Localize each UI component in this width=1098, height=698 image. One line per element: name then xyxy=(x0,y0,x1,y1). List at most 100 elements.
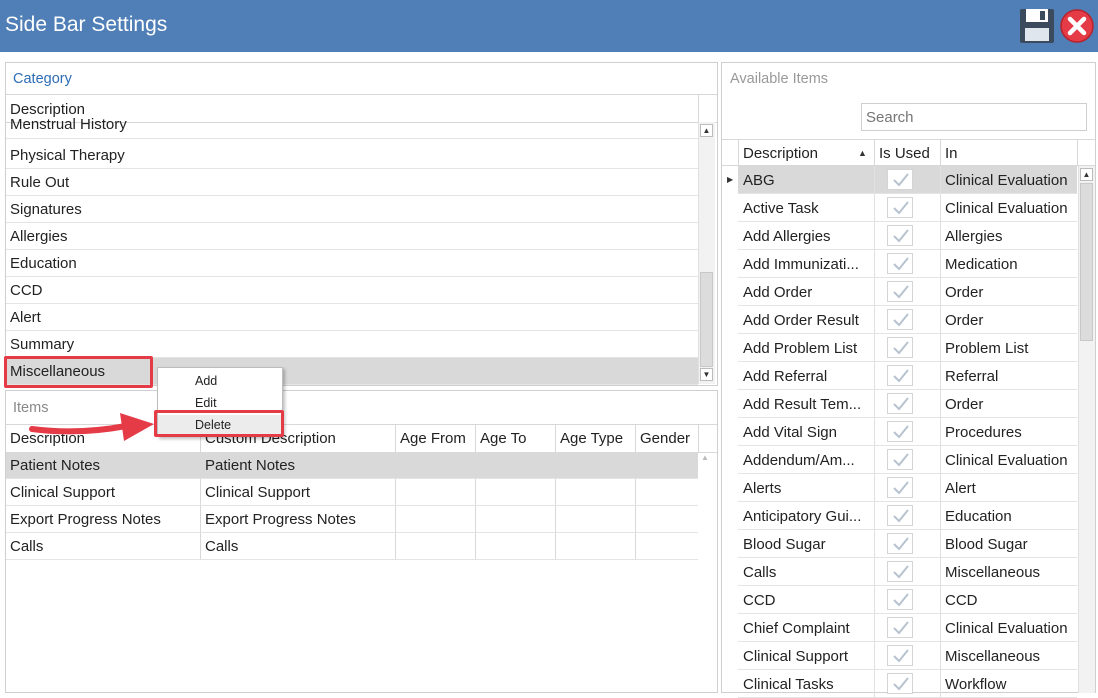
items-scroll-up-arrow-icon[interactable]: ▲ xyxy=(701,453,709,462)
available-in-cell: Clinical Evaluation xyxy=(945,620,1068,637)
available-description-cell: CCD xyxy=(743,592,776,609)
available-row[interactable]: CCD CCD xyxy=(738,586,1077,614)
items-description-cell: Clinical Support xyxy=(10,484,116,501)
items-header-gender[interactable]: Gender xyxy=(640,430,690,447)
is-used-checkbox[interactable] xyxy=(887,589,913,610)
category-row-label: Alert xyxy=(10,309,41,326)
items-row[interactable]: Patient Notes Patient Notes xyxy=(6,452,698,479)
available-row[interactable]: Blood Sugar Blood Sugar xyxy=(738,530,1077,558)
category-row[interactable]: Alert xyxy=(6,304,698,331)
scroll-thumb[interactable] xyxy=(700,272,713,367)
available-description-cell: Anticipatory Gui... xyxy=(743,508,862,525)
available-row[interactable]: Add Vital Sign Procedures xyxy=(738,418,1077,446)
is-used-checkbox[interactable] xyxy=(887,365,913,386)
available-scrollbar[interactable]: ▲ xyxy=(1078,166,1095,693)
available-row[interactable]: Active Task Clinical Evaluation xyxy=(738,194,1077,222)
category-scrollbar[interactable]: ▲ ▼ xyxy=(698,122,715,384)
is-used-checkbox[interactable] xyxy=(887,197,913,218)
is-used-checkbox[interactable] xyxy=(887,505,913,526)
items-header-age-type[interactable]: Age Type xyxy=(560,430,623,447)
available-header-is-used[interactable]: Is Used xyxy=(879,145,930,162)
is-used-checkbox[interactable] xyxy=(887,617,913,638)
available-in-cell: Order xyxy=(945,284,984,301)
is-used-checkbox[interactable] xyxy=(887,673,913,694)
available-in-cell: Miscellaneous xyxy=(945,564,1041,581)
available-description-cell: Alerts xyxy=(743,480,782,497)
available-in-cell: Clinical Evaluation xyxy=(945,200,1068,217)
available-row[interactable]: Add Result Tem... Order xyxy=(738,390,1077,418)
is-used-checkbox[interactable] xyxy=(887,337,913,358)
items-custom-description-cell: Calls xyxy=(205,538,239,555)
category-row[interactable]: Menstrual History xyxy=(6,115,698,139)
category-title: Category xyxy=(13,71,72,87)
is-used-checkbox[interactable] xyxy=(887,309,913,330)
available-row[interactable]: Add Order Result Order xyxy=(738,306,1077,334)
available-row[interactable]: Addendum/Am... Clinical Evaluation xyxy=(738,446,1077,474)
items-custom-description-cell: Clinical Support xyxy=(205,484,311,501)
context-menu-add[interactable]: Add xyxy=(158,371,282,392)
window-title: Side Bar Settings xyxy=(5,13,168,36)
category-row[interactable]: Education xyxy=(6,250,698,277)
available-row[interactable]: Add Problem List Problem List xyxy=(738,334,1077,362)
is-used-checkbox[interactable] xyxy=(887,281,913,302)
items-row[interactable]: Calls Calls xyxy=(6,533,698,560)
available-row[interactable]: ABG Clinical Evaluation xyxy=(738,166,1077,194)
available-description-cell: Active Task xyxy=(743,200,819,217)
items-description-cell: Export Progress Notes xyxy=(10,511,161,528)
available-description-cell: Clinical Support xyxy=(743,648,849,665)
is-used-checkbox[interactable] xyxy=(887,421,913,442)
available-description-cell: Add Order Result xyxy=(743,312,859,329)
category-row[interactable]: CCD xyxy=(6,277,698,304)
available-in-cell: Order xyxy=(945,312,984,329)
category-row[interactable]: Physical Therapy xyxy=(6,142,698,169)
available-row[interactable]: Add Immunizati... Medication xyxy=(738,250,1077,278)
items-description-cell: Patient Notes xyxy=(10,457,101,474)
available-row[interactable]: Chief Complaint Clinical Evaluation xyxy=(738,614,1077,642)
available-row[interactable]: Calls Miscellaneous xyxy=(738,558,1077,586)
search-input[interactable] xyxy=(861,103,1087,131)
category-row-label: Education xyxy=(10,255,77,272)
is-used-checkbox[interactable] xyxy=(887,561,913,582)
available-row[interactable]: Alerts Alert xyxy=(738,474,1077,502)
available-row[interactable]: Add Referral Referral xyxy=(738,362,1077,390)
is-used-checkbox[interactable] xyxy=(887,225,913,246)
category-row[interactable]: Signatures xyxy=(6,196,698,223)
category-row[interactable]: Summary xyxy=(6,331,698,358)
category-row-label: Summary xyxy=(10,336,75,353)
available-in-cell: Clinical Evaluation xyxy=(945,172,1068,189)
category-row-label: Signatures xyxy=(10,201,82,218)
category-row-label: Allergies xyxy=(10,228,68,245)
available-header-description[interactable]: Description xyxy=(743,145,818,162)
category-row[interactable]: Rule Out xyxy=(6,169,698,196)
save-icon[interactable] xyxy=(1019,8,1055,44)
is-used-checkbox[interactable] xyxy=(887,393,913,414)
available-scroll-up-arrow-icon[interactable]: ▲ xyxy=(1080,168,1093,181)
items-row[interactable]: Export Progress Notes Export Progress Not… xyxy=(6,506,698,533)
available-row[interactable]: Clinical Tasks Workflow xyxy=(738,670,1077,698)
scroll-down-arrow-icon[interactable]: ▼ xyxy=(700,368,713,381)
is-used-checkbox[interactable] xyxy=(887,169,913,190)
available-row[interactable]: Add Allergies Allergies xyxy=(738,222,1077,250)
items-header-age-from[interactable]: Age From xyxy=(400,430,466,447)
is-used-checkbox[interactable] xyxy=(887,449,913,470)
available-row[interactable]: Anticipatory Gui... Education xyxy=(738,502,1077,530)
category-row-label: Rule Out xyxy=(10,174,70,191)
items-header-age-to[interactable]: Age To xyxy=(480,430,526,447)
available-description-cell: Calls xyxy=(743,564,777,581)
available-in-cell: Alert xyxy=(945,480,976,497)
available-items-title: Available Items xyxy=(730,71,829,87)
is-used-checkbox[interactable] xyxy=(887,645,913,666)
scroll-up-arrow-icon[interactable]: ▲ xyxy=(700,124,713,137)
available-row[interactable]: Clinical Support Miscellaneous xyxy=(738,642,1077,670)
is-used-checkbox[interactable] xyxy=(887,477,913,498)
is-used-checkbox[interactable] xyxy=(887,253,913,274)
category-row[interactable]: Allergies xyxy=(6,223,698,250)
available-row[interactable]: Add Order Order xyxy=(738,278,1077,306)
available-scroll-thumb[interactable] xyxy=(1080,183,1093,341)
available-header-in[interactable]: In xyxy=(945,145,958,162)
is-used-checkbox[interactable] xyxy=(887,533,913,554)
red-arrow-icon xyxy=(29,413,154,441)
available-description-cell: Add Problem List xyxy=(743,340,858,357)
items-row[interactable]: Clinical Support Clinical Support xyxy=(6,479,698,506)
close-icon[interactable] xyxy=(1060,9,1094,43)
